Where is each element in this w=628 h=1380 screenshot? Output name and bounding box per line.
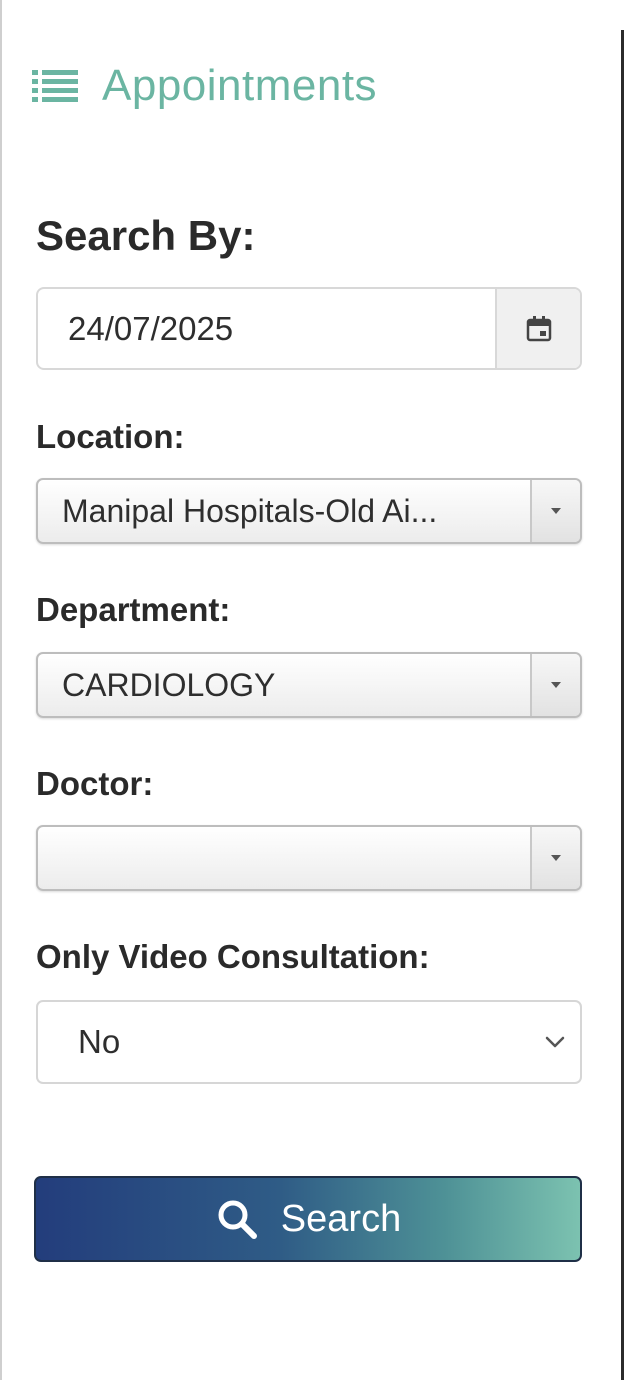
search-button[interactable]: Search [34,1176,582,1262]
doctor-select[interactable] [36,825,582,891]
dropdown-arrow-icon[interactable] [530,654,580,716]
video-consultation-value: No [78,1023,121,1060]
department-select[interactable]: CARDIOLOGY [36,652,582,718]
list-icon [32,70,78,102]
panel-header: Appointments [30,56,377,116]
left-border [0,0,2,1380]
calendar-icon [526,315,551,341]
dropdown-arrow-icon[interactable] [530,827,580,889]
search-button-label: Search [280,1197,402,1240]
doctor-label: Doctor: [36,765,154,802]
page-title: Appointments [102,61,378,110]
date-input[interactable] [38,289,495,368]
search-icon [218,1200,257,1239]
appointments-panel: Appointments Search By: Location: Manipa… [0,0,628,1380]
video-consultation-select[interactable]: No [36,1000,582,1084]
chevron-down-icon [530,1035,580,1049]
location-select[interactable]: Manipal Hospitals-Old Ai... [36,478,582,544]
location-label: Location: [36,418,185,455]
search-by-heading: Search By: [36,212,256,259]
right-border [621,30,624,1380]
date-picker[interactable] [36,287,582,370]
department-label: Department: [36,591,231,628]
dropdown-arrow-icon[interactable] [530,480,580,542]
department-value: CARDIOLOGY [62,666,276,703]
video-consultation-label: Only Video Consultation: [36,938,430,975]
location-value: Manipal Hospitals-Old Ai... [62,492,438,529]
calendar-button[interactable] [495,289,580,368]
